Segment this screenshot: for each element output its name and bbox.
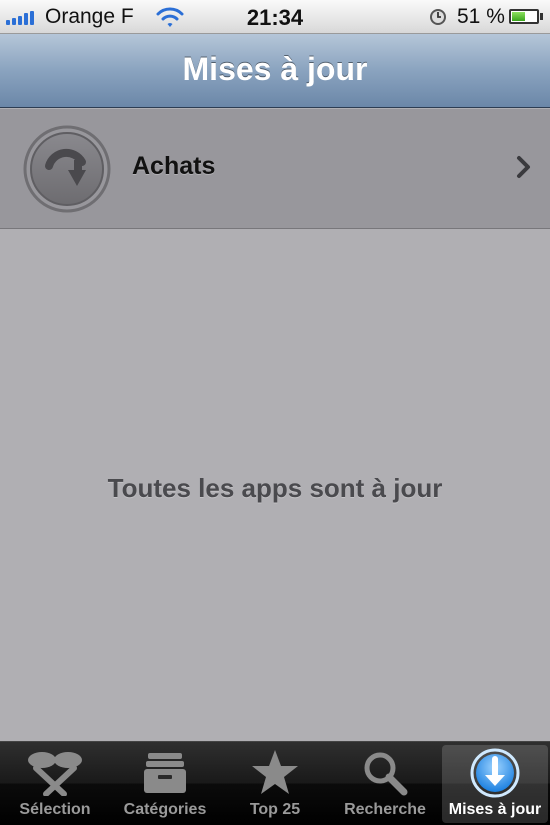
tab-label: Mises à jour <box>448 801 542 818</box>
purchases-label: Achats <box>132 152 216 180</box>
tab-label: Top 25 <box>249 801 301 818</box>
categories-icon <box>142 749 188 797</box>
star-icon <box>250 749 300 797</box>
tab-search[interactable]: Recherche <box>330 742 440 825</box>
updates-icon <box>470 748 520 798</box>
tab-updates[interactable]: Mises à jour <box>442 745 548 823</box>
navigation-bar: Mises à jour <box>0 34 550 108</box>
tab-categories[interactable]: Catégories <box>110 742 220 825</box>
battery-percent: 51 % <box>457 5 505 28</box>
tab-bar: Sélection Catégories Top 25 Recherche Mi… <box>0 741 550 825</box>
battery-icon <box>509 9 539 24</box>
tab-label: Catégories <box>123 801 207 818</box>
featured-icon <box>20 749 90 797</box>
chevron-right-icon <box>516 155 532 184</box>
search-icon <box>362 749 408 797</box>
battery-tip <box>540 13 543 20</box>
purchased-download-icon <box>22 124 112 219</box>
status-bar: Orange F 21:34 51 % <box>0 0 550 34</box>
tab-top-25[interactable]: Top 25 <box>220 742 330 825</box>
tab-label: Sélection <box>19 801 91 818</box>
battery-level-fill <box>512 12 526 21</box>
alarm-icon <box>428 7 448 32</box>
tab-selection[interactable]: Sélection <box>0 742 110 825</box>
empty-state-message: Toutes les apps sont à jour <box>107 473 443 503</box>
purchases-row[interactable]: Achats <box>0 109 550 229</box>
page-title: Mises à jour <box>182 51 368 87</box>
tab-label: Recherche <box>344 801 426 818</box>
